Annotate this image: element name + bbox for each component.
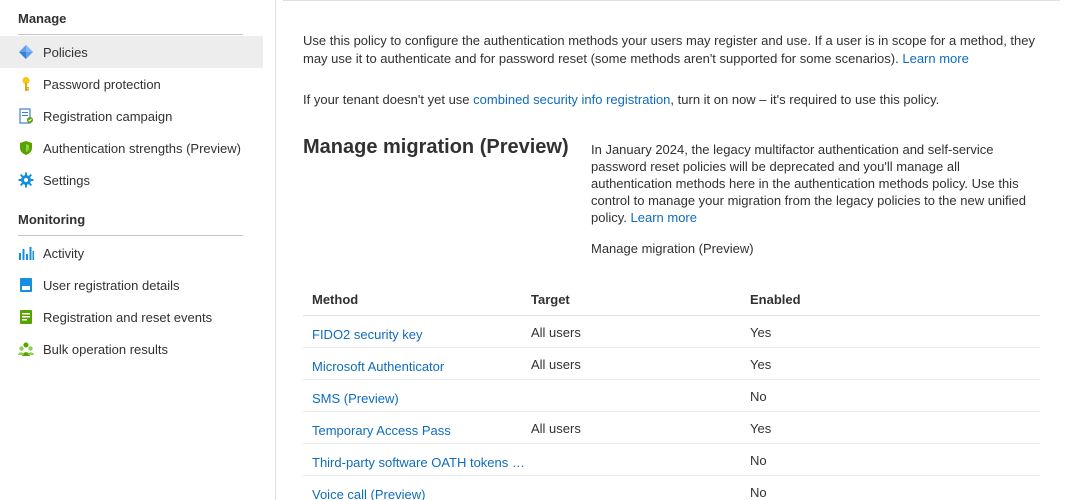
enabled-cell: No: [750, 389, 767, 404]
sidebar-item-label: Bulk operation results: [43, 341, 169, 357]
policies-diamond-icon: [18, 44, 34, 60]
table-row[interactable]: Voice call (Preview) No: [303, 476, 1040, 500]
column-header-target: Target: [531, 292, 570, 307]
migration-learn-more-link[interactable]: Learn more: [631, 210, 697, 225]
sidebar-item-policies[interactable]: Policies: [0, 36, 263, 68]
section-title-monitoring: Monitoring: [18, 212, 86, 227]
method-link[interactable]: SMS (Preview): [312, 391, 399, 406]
sidebar-item-label: Registration and reset events: [43, 309, 213, 325]
target-cell: All users: [531, 421, 581, 436]
method-link[interactable]: Voice call (Preview): [312, 487, 425, 500]
target-cell: All users: [531, 357, 581, 372]
sidebar-item-label: Settings: [43, 172, 90, 188]
tenant-notice-suffix: , turn it on now – it's required to use …: [670, 92, 940, 107]
section-divider: [18, 34, 243, 35]
enabled-cell: Yes: [750, 357, 772, 372]
sidebar-item-password-protection[interactable]: Password protection: [0, 68, 263, 100]
migration-title: Manage migration (Preview): [303, 136, 569, 158]
target-cell: All users: [531, 325, 581, 340]
table-row[interactable]: FIDO2 security key All users Yes: [303, 316, 1040, 348]
methods-table: Method Target Enabled FIDO2 security key…: [303, 282, 1040, 500]
section-title-manage: Manage: [18, 11, 67, 26]
enabled-cell: Yes: [750, 325, 772, 340]
manage-migration-link[interactable]: Manage migration (Preview): [591, 241, 754, 256]
sidebar-item-label: Authentication strengths (Preview): [43, 140, 241, 156]
sidebar-item-activity[interactable]: Activity: [0, 237, 263, 269]
migration-description: In January 2024, the legacy multifactor …: [591, 141, 1041, 226]
enabled-cell: No: [750, 453, 767, 468]
sidebar-item-user-registration-details[interactable]: User registration details: [0, 269, 263, 301]
table-row[interactable]: SMS (Preview) No: [303, 380, 1040, 412]
sidebar-item-label: User registration details: [43, 277, 180, 293]
sidebar-item-label: Policies: [43, 44, 88, 60]
shield-icon: [18, 140, 34, 156]
left-navigation: Manage Policies Password protection Regi…: [0, 0, 276, 500]
users-group-icon: [18, 341, 34, 357]
table-row[interactable]: Third-party software OATH tokens … No: [303, 444, 1040, 476]
tenant-notice-prefix: If your tenant doesn't yet use: [303, 92, 470, 107]
sidebar-item-label: Activity: [43, 245, 85, 261]
intro-learn-more-link[interactable]: Learn more: [902, 51, 968, 66]
key-icon: [18, 76, 34, 92]
enabled-cell: No: [750, 485, 767, 500]
user-details-icon: [18, 277, 34, 293]
sidebar-item-settings[interactable]: Settings: [0, 164, 263, 196]
section-divider: [18, 235, 243, 236]
events-icon: [18, 309, 34, 325]
tenant-notice: If your tenant doesn't yet use combined …: [303, 91, 1043, 109]
method-link[interactable]: Microsoft Authenticator: [312, 359, 444, 374]
enabled-cell: Yes: [750, 421, 772, 436]
gear-icon: [18, 172, 34, 188]
table-row[interactable]: Microsoft Authenticator All users Yes: [303, 348, 1040, 380]
sidebar-item-bulk-operation-results[interactable]: Bulk operation results: [0, 333, 263, 365]
column-header-enabled: Enabled: [750, 292, 801, 307]
method-link[interactable]: Third-party software OATH tokens …: [312, 455, 525, 470]
sidebar-item-label: Registration campaign: [43, 108, 173, 124]
header-divider: [283, 0, 1060, 1]
table-row[interactable]: Temporary Access Pass All users Yes: [303, 412, 1040, 444]
column-header-method: Method: [312, 292, 359, 307]
registration-icon: [18, 108, 34, 124]
sidebar-item-registration-reset-events[interactable]: Registration and reset events: [0, 301, 263, 333]
method-link[interactable]: FIDO2 security key: [312, 327, 423, 342]
sidebar-item-authentication-strengths[interactable]: Authentication strengths (Preview): [0, 132, 263, 164]
method-link[interactable]: Temporary Access Pass: [312, 423, 451, 438]
bar-chart-icon: [18, 245, 34, 261]
sidebar-item-label: Password protection: [43, 76, 161, 92]
policy-intro-text: Use this policy to configure the authent…: [303, 32, 1043, 68]
table-header: Method Target Enabled: [303, 282, 1040, 316]
combined-security-info-link[interactable]: combined security info registration: [473, 92, 670, 107]
sidebar-item-registration-campaign[interactable]: Registration campaign: [0, 100, 263, 132]
